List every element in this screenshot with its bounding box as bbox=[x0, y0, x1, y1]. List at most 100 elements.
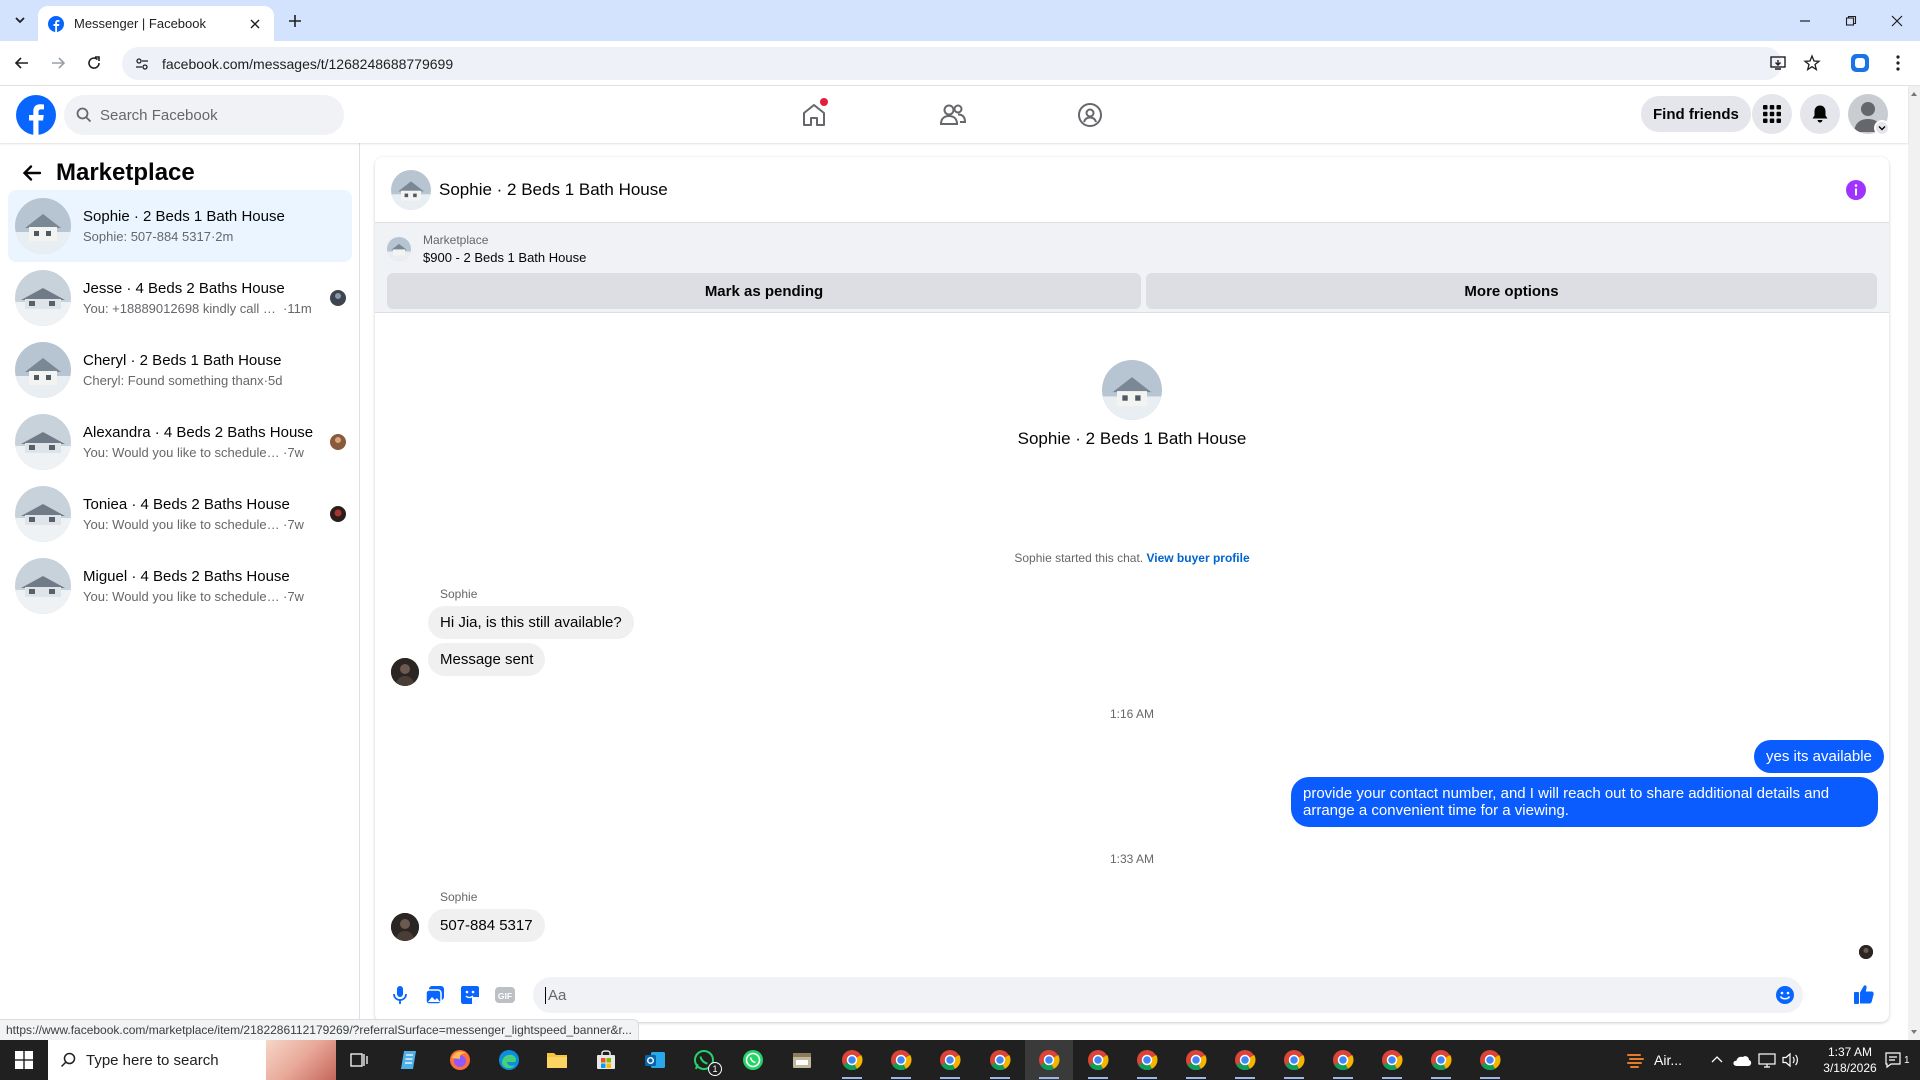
taskbar-app-outlook[interactable] bbox=[631, 1040, 679, 1080]
taskbar-clock[interactable]: 1:37 AM 3/18/2026 bbox=[1815, 1040, 1885, 1080]
taskbar-chrome-window[interactable] bbox=[1368, 1040, 1416, 1080]
conversation-time: ·5d bbox=[263, 373, 283, 388]
voice-clip-button[interactable] bbox=[389, 984, 411, 1006]
taskbar-app-whatsapp[interactable]: 1 bbox=[680, 1040, 728, 1080]
scroll-up-icon[interactable] bbox=[1908, 89, 1920, 99]
conversation-item[interactable]: Miguel · 4 Beds 2 Baths House You: Would… bbox=[8, 550, 352, 622]
incoming-message[interactable]: Hi Jia, is this still available? bbox=[428, 606, 634, 639]
sender-avatar[interactable] bbox=[391, 913, 419, 941]
clock-time: 1:37 AM bbox=[1827, 1045, 1873, 1059]
notifications-button[interactable] bbox=[1800, 94, 1840, 134]
listing-price[interactable]: $900 - 2 Beds 1 Bath House bbox=[423, 250, 586, 265]
taskbar-chrome-window[interactable] bbox=[976, 1040, 1024, 1080]
start-button[interactable] bbox=[0, 1040, 48, 1080]
browser-tab[interactable]: Messenger | Facebook bbox=[38, 6, 274, 41]
page-scrollbar[interactable] bbox=[1908, 86, 1920, 1040]
taskbar-chrome-window[interactable] bbox=[1172, 1040, 1220, 1080]
listing-thumbnail[interactable] bbox=[387, 237, 411, 261]
message-input[interactable] bbox=[545, 986, 1745, 1004]
facebook-search-input[interactable] bbox=[100, 106, 320, 124]
facebook-logo-icon[interactable] bbox=[16, 95, 56, 135]
task-view-button[interactable] bbox=[336, 1040, 384, 1080]
taskbar-search[interactable] bbox=[48, 1040, 336, 1080]
conversation-item[interactable]: Toniea · 4 Beds 2 Baths House You: Would… bbox=[8, 478, 352, 550]
minimize-button[interactable] bbox=[1782, 0, 1828, 41]
incoming-message[interactable]: 507-884 5317 bbox=[428, 909, 545, 942]
taskbar-app-notepad[interactable] bbox=[386, 1040, 434, 1080]
taskbar-chrome-window[interactable] bbox=[1466, 1040, 1514, 1080]
site-settings-icon[interactable] bbox=[134, 56, 150, 72]
taskbar-chrome-window[interactable] bbox=[1417, 1040, 1465, 1080]
onedrive-icon[interactable] bbox=[1732, 1053, 1752, 1067]
back-button[interactable] bbox=[8, 49, 36, 77]
restore-button[interactable] bbox=[1828, 0, 1874, 41]
attach-photo-button[interactable] bbox=[424, 984, 446, 1006]
taskbar-chrome-window[interactable] bbox=[926, 1040, 974, 1080]
taskbar-chrome-window[interactable] bbox=[1270, 1040, 1318, 1080]
bookmark-button[interactable] bbox=[1800, 51, 1824, 75]
taskbar-search-input[interactable] bbox=[86, 1051, 246, 1069]
install-app-button[interactable] bbox=[1766, 51, 1790, 75]
close-window-button[interactable] bbox=[1874, 0, 1920, 41]
conversation-text: Jesse · 4 Beds 2 Baths House You: +18889… bbox=[83, 280, 313, 316]
profile-extension-button[interactable] bbox=[1848, 51, 1872, 75]
nav-home[interactable] bbox=[758, 86, 870, 143]
facebook-search[interactable] bbox=[64, 95, 344, 135]
mark-pending-button[interactable]: Mark as pending bbox=[387, 273, 1141, 309]
taskbar-chrome-window[interactable] bbox=[1221, 1040, 1269, 1080]
chrome-icon bbox=[1284, 1050, 1305, 1071]
taskbar-chrome-window[interactable] bbox=[828, 1040, 876, 1080]
sender-avatar[interactable] bbox=[391, 658, 419, 686]
menu-button[interactable] bbox=[1752, 94, 1792, 134]
account-chevron[interactable] bbox=[1874, 120, 1890, 136]
info-icon[interactable] bbox=[1845, 179, 1867, 201]
back-to-inbox-button[interactable] bbox=[16, 157, 48, 189]
conversation-item[interactable]: Cheryl · 2 Beds 1 Bath House Cheryl: Fou… bbox=[8, 334, 352, 406]
chrome-icon bbox=[1137, 1050, 1158, 1071]
conversation-item[interactable]: Sophie · 2 Beds 1 Bath House Sophie: 507… bbox=[8, 190, 352, 262]
taskbar-app-whatsapp-2[interactable] bbox=[729, 1040, 777, 1080]
find-friends-button[interactable]: Find friends bbox=[1641, 96, 1751, 132]
taskbar-app-store[interactable] bbox=[582, 1040, 630, 1080]
weather-widget[interactable]: Air... bbox=[1626, 1040, 1682, 1080]
conversation-item[interactable]: Alexandra · 4 Beds 2 Baths House You: Wo… bbox=[8, 406, 352, 478]
nav-friends[interactable] bbox=[897, 86, 1009, 143]
incoming-message[interactable]: Message sent bbox=[428, 643, 546, 676]
bell-icon bbox=[1812, 105, 1828, 123]
taskbar-chrome-window[interactable] bbox=[877, 1040, 925, 1080]
nav-groups[interactable] bbox=[1034, 86, 1146, 143]
sticker-button[interactable] bbox=[459, 984, 481, 1006]
reload-button[interactable] bbox=[80, 49, 108, 77]
volume-icon[interactable] bbox=[1782, 1052, 1800, 1068]
taskbar-app-generic[interactable] bbox=[778, 1040, 826, 1080]
emoji-icon[interactable] bbox=[1775, 985, 1795, 1005]
tab-search-button[interactable] bbox=[8, 8, 32, 32]
new-tab-button[interactable] bbox=[282, 8, 308, 34]
notification-center-button[interactable]: 1 bbox=[1884, 1040, 1910, 1080]
taskbar-chrome-window[interactable] bbox=[1123, 1040, 1171, 1080]
air-quality-icon bbox=[1627, 1054, 1644, 1068]
conversation-item[interactable]: Jesse · 4 Beds 2 Baths House You: +18889… bbox=[8, 262, 352, 334]
more-options-button[interactable]: More options bbox=[1146, 273, 1877, 309]
chevron-up-icon[interactable] bbox=[1710, 1053, 1724, 1067]
outgoing-message[interactable]: provide your contact number, and I will … bbox=[1291, 777, 1878, 827]
gif-button[interactable]: GIF bbox=[494, 984, 516, 1006]
close-tab-icon[interactable] bbox=[246, 15, 264, 33]
outgoing-message[interactable]: yes its available bbox=[1754, 740, 1884, 773]
chat-title[interactable]: Sophie · 2 Beds 1 Bath House bbox=[439, 180, 668, 200]
view-buyer-profile-link[interactable]: View buyer profile bbox=[1146, 551, 1249, 565]
browser-menu-button[interactable] bbox=[1886, 51, 1910, 75]
browser-toolbar: facebook.com/messages/t/1268248688779699 bbox=[0, 41, 1920, 86]
scroll-down-icon[interactable] bbox=[1908, 1027, 1920, 1037]
taskbar-app-file-explorer[interactable] bbox=[533, 1040, 581, 1080]
forward-button[interactable] bbox=[44, 49, 72, 77]
address-bar[interactable]: facebook.com/messages/t/1268248688779699 bbox=[122, 47, 1782, 80]
network-icon[interactable] bbox=[1758, 1052, 1776, 1068]
taskbar-app-edge[interactable] bbox=[485, 1040, 533, 1080]
taskbar-app-firefox[interactable] bbox=[436, 1040, 484, 1080]
taskbar-chrome-window[interactable] bbox=[1074, 1040, 1122, 1080]
taskbar-chrome-window-active[interactable] bbox=[1025, 1040, 1073, 1080]
like-button[interactable] bbox=[1852, 982, 1876, 1006]
chat-header-thumbnail[interactable] bbox=[391, 169, 431, 210]
taskbar-chrome-window[interactable] bbox=[1319, 1040, 1367, 1080]
